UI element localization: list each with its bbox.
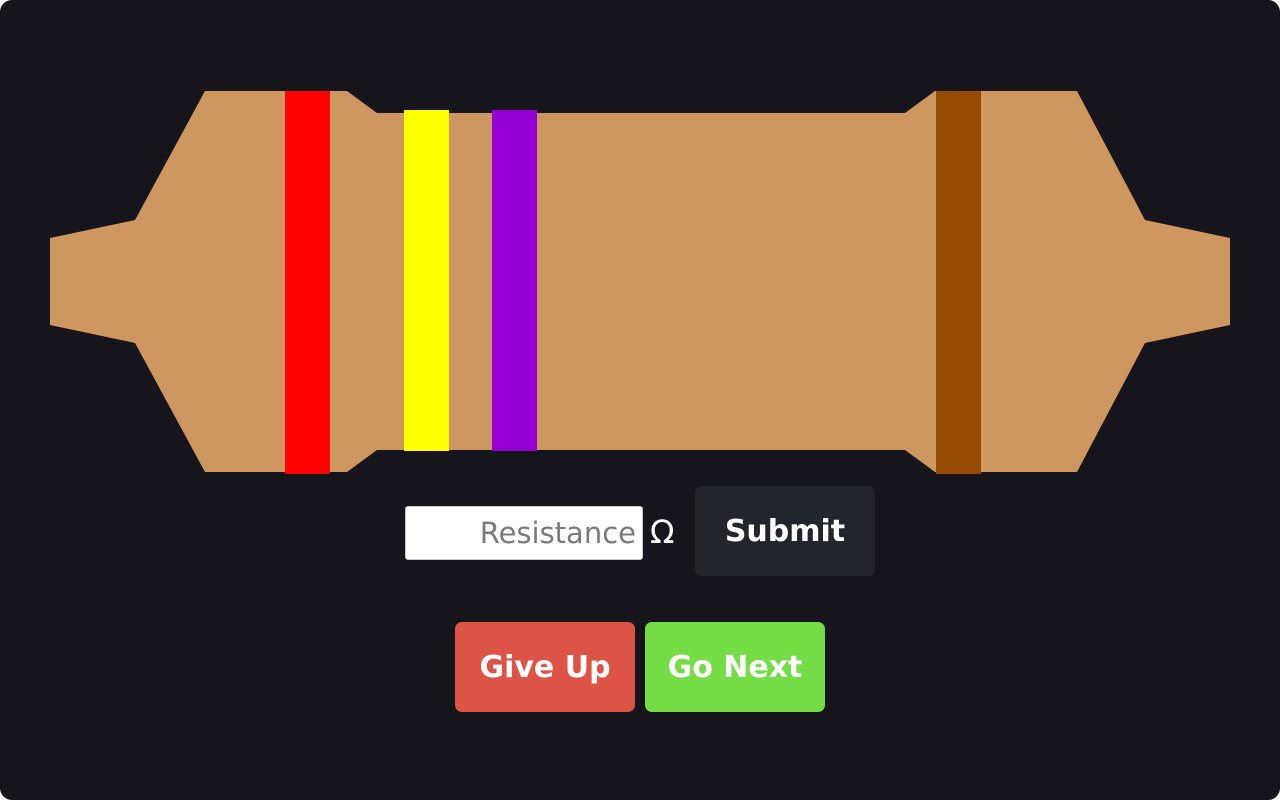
resistor-diagram: [50, 91, 1230, 474]
color-band-2: [404, 110, 449, 451]
give-up-button[interactable]: Give Up: [455, 622, 635, 712]
answer-row: Ω Submit: [0, 486, 1280, 576]
ohm-unit-label: Ω: [650, 513, 675, 551]
resistor-quiz-app: Ω Submit Give Up Go Next: [0, 0, 1280, 800]
color-band-1: [285, 91, 330, 474]
resistor-body: [50, 91, 1230, 472]
color-band-3: [492, 110, 537, 451]
go-next-button[interactable]: Go Next: [645, 622, 825, 712]
submit-button[interactable]: Submit: [695, 486, 875, 576]
color-band-4: [936, 91, 981, 474]
resistance-input[interactable]: [405, 506, 643, 560]
